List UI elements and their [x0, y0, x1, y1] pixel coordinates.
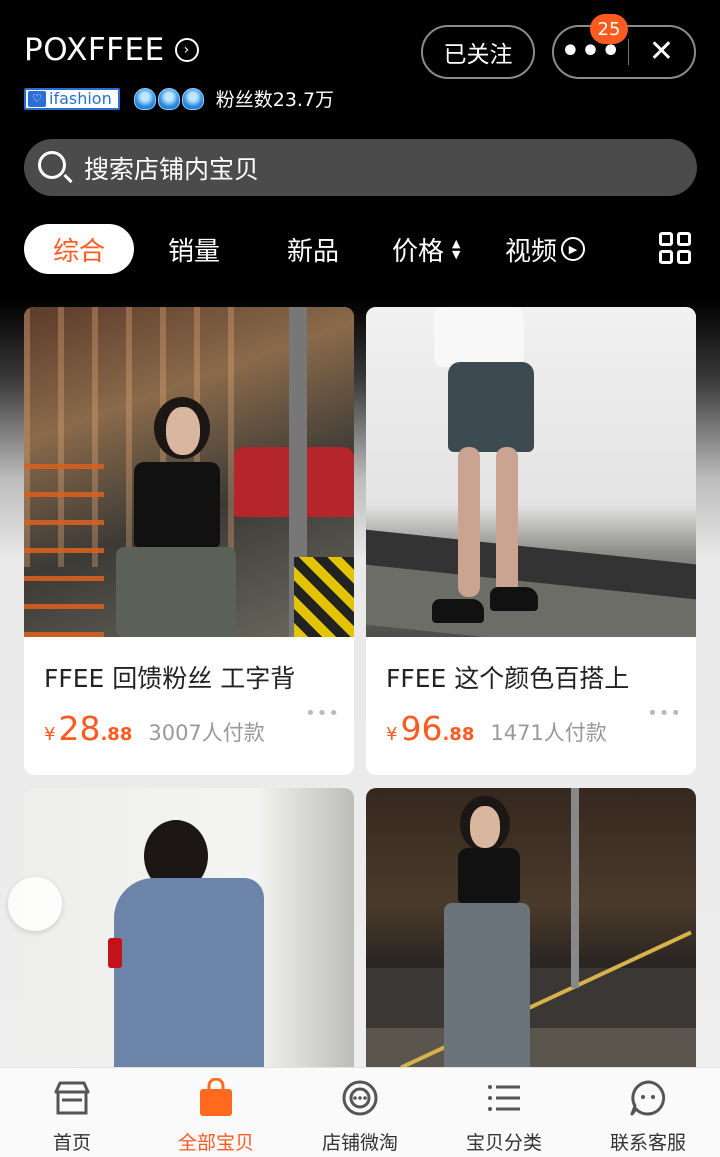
- play-icon: ▶: [561, 237, 586, 261]
- floating-drag-handle[interactable]: [8, 877, 62, 931]
- fans-count: 粉丝数23.7万: [215, 89, 335, 111]
- sort-arrows-icon: ▲ ▼: [452, 237, 461, 261]
- product-card[interactable]: [366, 788, 696, 1078]
- nav-all-items-label: 全部宝贝: [177, 1132, 254, 1154]
- store-icon: [54, 1081, 90, 1115]
- price-row: ¥ 96 .88 1471人付款 •••: [386, 703, 696, 748]
- product-image[interactable]: [24, 788, 354, 1078]
- nav-categories-label: 宝贝分类: [465, 1132, 542, 1154]
- ifashion-label: ifashion: [49, 89, 112, 108]
- search-icon: [36, 148, 76, 188]
- nav-all-items[interactable]: 全部宝贝: [144, 1068, 288, 1157]
- broadcast-icon: [342, 1080, 378, 1116]
- crown-icon: [181, 87, 204, 110]
- follow-button[interactable]: 已关注: [421, 25, 535, 79]
- store-level-crowns: [133, 87, 204, 110]
- currency-symbol: ¥: [44, 724, 56, 745]
- store-search-bar[interactable]: 搜索店铺内宝贝: [24, 139, 697, 196]
- grid-view-icon[interactable]: [659, 232, 693, 266]
- more-options-icon[interactable]: •••: [647, 703, 682, 724]
- product-card[interactable]: [24, 788, 354, 1078]
- list-icon: [488, 1085, 520, 1111]
- search-placeholder: 搜索店铺内宝贝: [84, 154, 260, 184]
- tab-price[interactable]: 价格 ▲ ▼: [392, 224, 460, 274]
- product-title[interactable]: FFEE 回馈粉丝 工字背: [44, 659, 354, 695]
- store-badges: ♡ ifashion 粉丝数23.7万: [24, 85, 334, 112]
- product-image[interactable]: [366, 788, 696, 1078]
- nav-customer-service[interactable]: 联系客服: [576, 1068, 720, 1157]
- product-title[interactable]: FFEE 这个颜色百搭上: [386, 659, 696, 695]
- product-image[interactable]: [366, 307, 696, 637]
- ifashion-badge: ♡ ifashion: [24, 87, 120, 110]
- nav-categories[interactable]: 宝贝分类: [432, 1068, 576, 1157]
- nav-feed-label: 店铺微淘: [321, 1132, 398, 1154]
- crown-icon: [133, 87, 156, 110]
- price-integer: 28: [58, 709, 101, 748]
- product-card[interactable]: FFEE 这个颜色百搭上 ¥ 96 .88 1471人付款 •••: [366, 307, 696, 775]
- nav-feed[interactable]: 店铺微淘: [288, 1068, 432, 1157]
- shopping-bag-icon: [200, 1078, 232, 1116]
- ifashion-logo-icon: ♡: [28, 90, 46, 107]
- bottom-nav: 首页 全部宝贝 店铺微淘 宝贝分类 联系客服: [0, 1067, 720, 1157]
- tab-comprehensive[interactable]: 综合: [24, 224, 134, 274]
- price-row: ¥ 28 .88 3007人付款 •••: [44, 703, 354, 748]
- chevron-right-icon[interactable]: ›: [174, 38, 199, 62]
- tab-sales[interactable]: 销量: [168, 224, 220, 274]
- nav-home[interactable]: 首页: [0, 1068, 144, 1157]
- chat-bubble-icon: [630, 1080, 666, 1116]
- tab-video[interactable]: 视频 ▶: [505, 224, 586, 274]
- currency-symbol: ¥: [386, 724, 398, 745]
- store-name-label: POXFFEE: [24, 32, 165, 68]
- close-button[interactable]: ✕: [629, 27, 694, 77]
- nav-home-label: 首页: [52, 1132, 91, 1154]
- price-integer: 96: [400, 709, 443, 748]
- sold-count: 1471人付款: [490, 721, 607, 745]
- nav-customer-service-label: 联系客服: [609, 1132, 686, 1154]
- store-name[interactable]: POXFFEE ›: [24, 32, 199, 68]
- tab-new[interactable]: 新品: [287, 224, 339, 274]
- notification-badge: 25: [590, 14, 628, 44]
- tab-price-label: 价格: [392, 236, 445, 267]
- tab-video-label: 视频: [505, 236, 558, 267]
- sort-tabs: 综合 销量 新品 价格 ▲ ▼ 视频 ▶: [0, 224, 720, 276]
- product-card[interactable]: FFEE 回馈粉丝 工字背 ¥ 28 .88 3007人付款 •••: [24, 307, 354, 775]
- more-options-icon[interactable]: •••: [305, 703, 340, 724]
- price-decimal: .88: [100, 724, 133, 745]
- crown-icon: [157, 87, 180, 110]
- sold-count: 3007人付款: [148, 721, 265, 745]
- price-decimal: .88: [442, 724, 475, 745]
- product-image[interactable]: [24, 307, 354, 637]
